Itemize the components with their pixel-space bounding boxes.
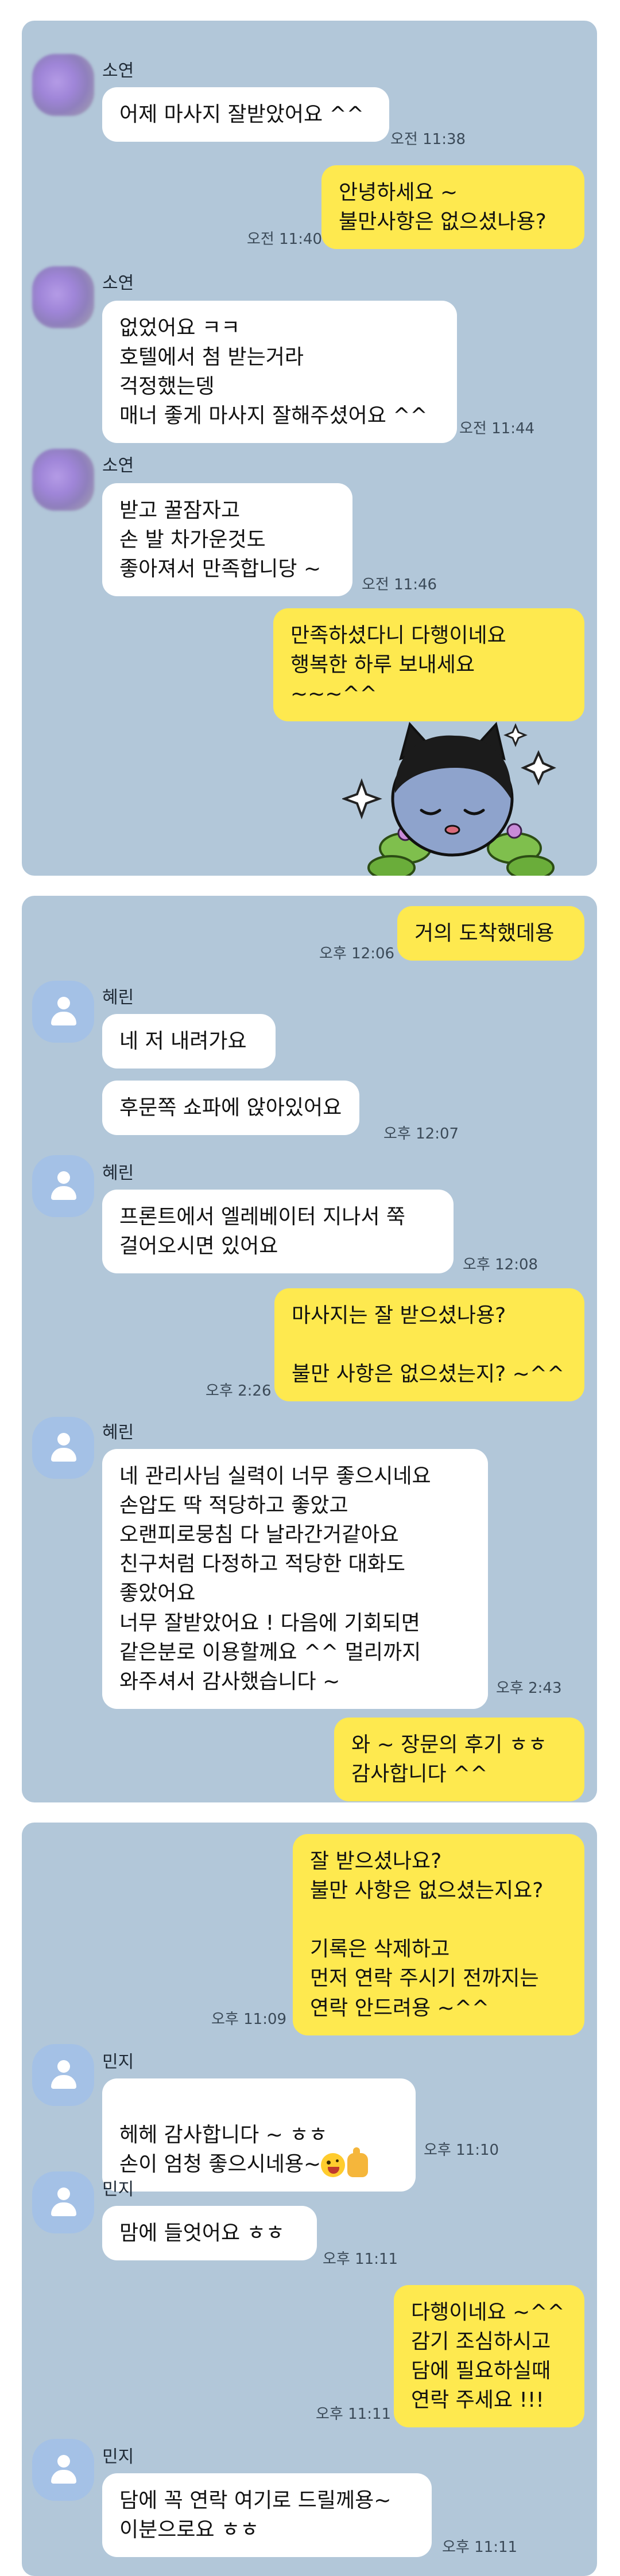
- avatar[interactable]: [32, 54, 94, 116]
- message-time: 오전 11:38: [390, 131, 466, 148]
- sender-name: 민지: [102, 2179, 134, 2200]
- incoming-message[interactable]: 네 저 내려가요: [102, 1014, 276, 1069]
- outgoing-message[interactable]: 와 ~ 장문의 후기 ㅎㅎ 감사합니다 ^^: [334, 1718, 584, 1802]
- sender-name: 혜린: [102, 988, 134, 1008]
- chat-panel-2: 거의 도착했데용 오후 12:06 혜린 네 저 내려가요 후문쪽 쇼파에 앉아…: [22, 896, 597, 1802]
- message-text: 헤헤 감사합니다 ~ ㅎㅎ 손이 엄청 좋으시네용~: [119, 2123, 328, 2177]
- avatar[interactable]: [32, 1155, 94, 1217]
- message-time: 오전 11:40: [247, 231, 323, 248]
- message-time: 오후 11:10: [424, 2142, 499, 2159]
- incoming-message[interactable]: 받고 꿀잠자고 손 발 차가운것도 좋아져서 만족합니당 ~: [102, 483, 352, 597]
- avatar[interactable]: [32, 2044, 94, 2106]
- incoming-message[interactable]: 어제 마사지 잘받았어요 ^^: [102, 87, 389, 142]
- thumbs-up-icon: [347, 2147, 369, 2178]
- avatar[interactable]: [32, 2171, 94, 2233]
- message-time: 오후 11:09: [211, 2011, 287, 2028]
- sender-name: 민지: [102, 2447, 134, 2467]
- avatar[interactable]: [32, 981, 94, 1043]
- message-time: 오후 12:06: [319, 945, 395, 962]
- outgoing-message[interactable]: 마사지는 잘 받으셨나용? 불만 사항은 없으셨는지? ~^^: [274, 1288, 584, 1402]
- incoming-message[interactable]: 후문쪽 쇼파에 앉아있어요: [102, 1081, 359, 1136]
- message-time: 오후 11:11: [323, 2251, 398, 2268]
- message-time: 오후 2:43: [496, 1680, 562, 1697]
- outgoing-message[interactable]: 안녕하세요 ~ 불만사항은 없으셨나용?: [321, 165, 584, 250]
- message-time: 오후 2:26: [206, 1382, 272, 1400]
- avatar[interactable]: [32, 2439, 94, 2501]
- kakao-friend-sticker[interactable]: [341, 713, 587, 876]
- incoming-message[interactable]: 헤헤 감사합니다 ~ ㅎㅎ 손이 엄청 좋으시네용~: [102, 2078, 416, 2192]
- chat-panel-1: 소연 어제 마사지 잘받았어요 ^^ 오전 11:38 안녕하세요 ~ 불만사항…: [22, 21, 597, 876]
- message-time: 오전 11:46: [362, 576, 437, 593]
- avatar[interactable]: [32, 449, 94, 511]
- winking-face-icon: [321, 2153, 346, 2178]
- avatar[interactable]: [32, 1417, 94, 1479]
- sticker-icon: [341, 721, 556, 876]
- message-time: 오후 11:11: [316, 2406, 392, 2423]
- incoming-message[interactable]: 없었어요 ㅋㅋ 호텔에서 첨 받는거라 걱정했는뎅 매너 좋게 마사지 잘해주셨…: [102, 301, 457, 444]
- message-time: 오후 12:07: [383, 1125, 459, 1143]
- person-icon: [57, 2455, 70, 2468]
- sender-name: 소연: [102, 456, 134, 476]
- sender-name: 소연: [102, 61, 134, 81]
- person-icon: [57, 2060, 70, 2073]
- person-icon: [57, 1171, 70, 1184]
- sender-name: 혜린: [102, 1423, 134, 1443]
- person-icon: [57, 2188, 70, 2200]
- incoming-message[interactable]: 네 관리사님 실력이 너무 좋으시네요 손압도 딱 적당하고 좋았고 오랜피로뭉…: [102, 1449, 488, 1709]
- person-icon: [57, 1433, 70, 1446]
- outgoing-message[interactable]: 잘 받으셨나요? 불만 사항은 없으셨는지요? 기록은 삭제하고 먼저 연락 주…: [293, 1834, 584, 2035]
- incoming-message[interactable]: 프론트에서 엘레베이터 지나서 쭉 걸어오시면 있어요: [102, 1190, 454, 1274]
- outgoing-message[interactable]: 만족하셨다니 다행이네요 행복한 하루 보내세요 ~~~^^: [273, 608, 584, 722]
- outgoing-message[interactable]: 다행이네요 ~^^ 감기 조심하시고 담에 필요하실때 연락 주세요 !!!: [394, 2285, 584, 2428]
- incoming-message[interactable]: 맘에 들엇어요 ㅎㅎ: [102, 2206, 317, 2261]
- incoming-message[interactable]: 담에 꼭 연락 여기로 드릴께용~ 이분으로요 ㅎㅎ: [102, 2473, 432, 2558]
- outgoing-message[interactable]: 거의 도착했데용: [397, 906, 584, 961]
- message-time: 오후 11:11: [442, 2539, 518, 2556]
- message-time: 오후 12:08: [463, 1256, 538, 1273]
- message-time: 오전 11:44: [459, 420, 535, 437]
- avatar[interactable]: [32, 266, 94, 328]
- chat-panel-3: 잘 받으셨나요? 불만 사항은 없으셨는지요? 기록은 삭제하고 먼저 연락 주…: [22, 1823, 597, 2576]
- sender-name: 혜린: [102, 1163, 134, 1183]
- sender-name: 민지: [102, 2052, 134, 2072]
- sender-name: 소연: [102, 273, 134, 293]
- person-icon: [57, 997, 70, 1009]
